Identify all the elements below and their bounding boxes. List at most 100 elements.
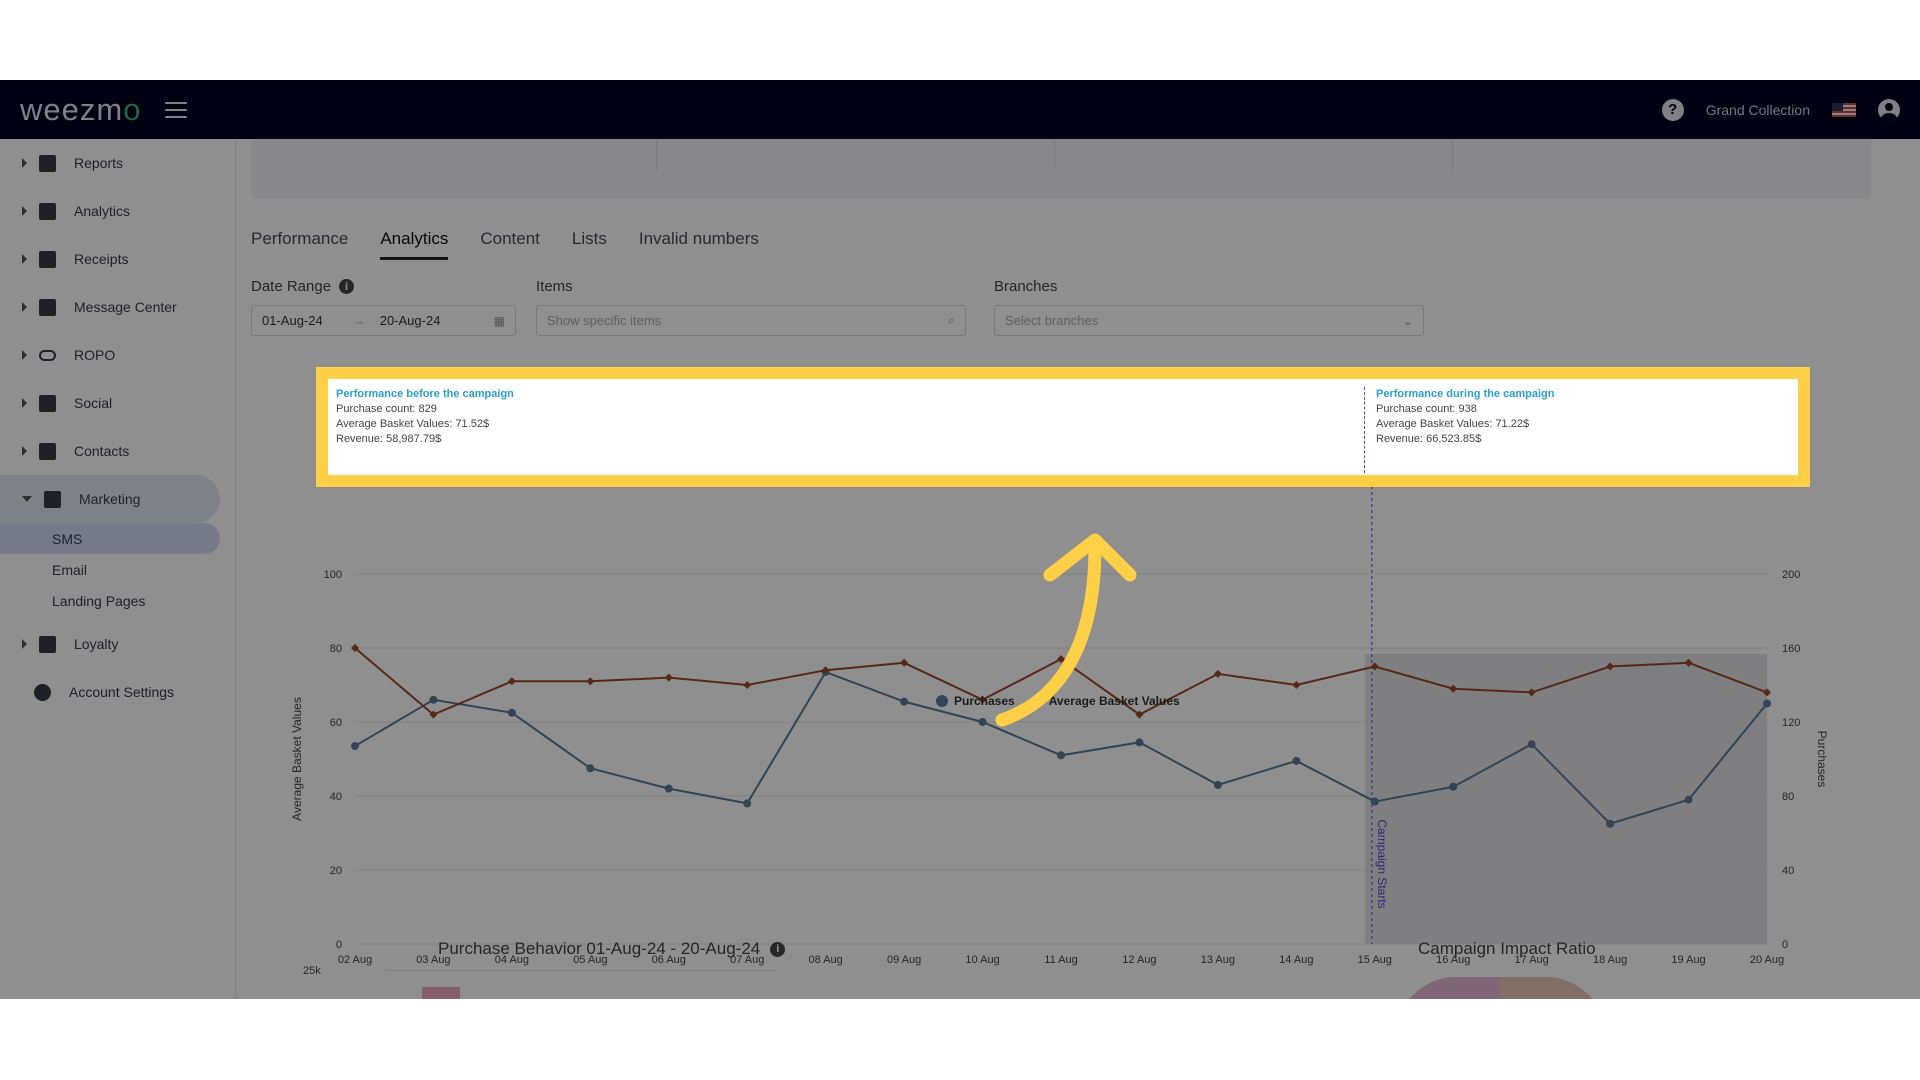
data-point-purchases [1606,819,1615,828]
data-point-purchases [429,695,438,704]
contacts-icon [39,442,56,460]
screenshot-stage: weezmo ? Grand Collection Reports Analyt… [0,0,1920,1080]
analytics-icon [39,202,56,220]
info-icon[interactable]: i [770,941,786,957]
section-title: Purchase Behavior 01-Aug-24 - 20-Aug-24 [438,939,761,958]
caret-right-icon [22,639,27,649]
data-point-purchases [351,742,359,751]
chart-tooltip-highlight: Performance before the campaign Purchase… [316,367,1810,487]
data-point-purchases [507,708,516,717]
sidebar-item-account-settings[interactable]: Account Settings [0,668,235,716]
x-tick-label: 15 Aug [1358,954,1392,966]
branches-placeholder: Select branches [1005,313,1099,328]
date-range-picker[interactable]: 01-Aug-24 → 20-Aug-24 ▦ [251,305,516,336]
data-point-abv [586,677,595,686]
sidebar-item-contacts[interactable]: Contacts [0,427,235,475]
data-point-abv [1292,681,1301,689]
caret-right-icon [22,446,27,456]
chat-icon [39,298,56,316]
org-name[interactable]: Grand Collection [1706,102,1810,118]
y-tick-left: 0 [336,939,342,951]
chart-tooltip: Performance before the campaign Purchase… [336,387,1790,473]
tab-analytics[interactable]: Analytics [380,229,449,260]
items-filter: Items Show specific items ⌕ [536,278,966,336]
y-axis-title-right: Purchases [1815,731,1829,788]
sidebar-subitem-landing-pages[interactable]: Landing Pages [0,585,235,616]
caret-right-icon [22,302,27,312]
tab-invalid-numbers[interactable]: Invalid numbers [639,229,759,260]
data-point-abv [664,673,673,682]
before-count: Purchase count: 829 [336,403,437,415]
before-abv: Average Basket Values: 71.52$ [336,418,490,430]
analytics-tabs: Performance Analytics Content Lists Inva… [251,229,759,260]
help-icon[interactable]: ? [1661,98,1684,121]
tab-content[interactable]: Content [480,229,540,260]
date-to: 20-Aug-24 [379,313,441,328]
before-revenue: Revenue: 58,987.79$ [336,433,442,445]
tab-performance[interactable]: Performance [251,229,348,260]
data-point-purchases [1684,795,1693,804]
tab-lists[interactable]: Lists [572,229,607,260]
kpi-summary-strip [251,139,1871,199]
sidebar-item-social[interactable]: Social [0,379,235,427]
campaign-start-annotation: Campaign Starts [1375,819,1389,908]
sidebar-item-label: Social [74,395,113,411]
people-icon [39,394,56,412]
weezmo-logo[interactable]: weezmo [20,92,141,128]
sidebar-item-message-center[interactable]: Message Center [0,283,235,331]
y-tick-right: 160 [1782,643,1800,655]
app-window: weezmo ? Grand Collection Reports Analyt… [0,80,1920,999]
pointer-arrow-icon [995,533,1137,727]
x-tick-label: 14 Aug [1279,954,1313,966]
x-tick-label: 13 Aug [1201,954,1235,966]
data-point-purchases [586,764,595,773]
sidebar-item-ropo[interactable]: ROPO [0,331,235,379]
data-point-abv [1213,669,1222,678]
data-point-purchases [743,799,752,808]
data-point-purchases [1527,740,1536,749]
x-tick-label: 19 Aug [1671,954,1705,966]
sidebar-item-loyalty[interactable]: Loyalty [0,620,235,668]
user-account-icon[interactable] [1878,98,1900,121]
y-tick-right: 40 [1782,865,1794,877]
items-placeholder: Show specific items [547,313,662,328]
data-point-purchases [978,718,987,726]
sidebar-item-analytics[interactable]: Analytics [0,187,235,235]
axis-tick-25k: 25k [303,965,321,977]
sidebar-subitem-email[interactable]: Email [0,554,235,585]
filter-bar: Date Range i 01-Aug-24 → 20-Aug-24 ▦ Item… [251,278,1424,336]
branches-select[interactable]: Select branches ⌄ [994,305,1424,336]
receipt-icon [39,250,56,268]
y-tick-right: 80 [1782,791,1794,803]
y-tick-right: 0 [1782,939,1788,951]
items-search-input[interactable]: Show specific items ⌕ [536,305,966,336]
x-tick-label: 18 Aug [1593,954,1627,966]
data-point-purchases [1370,797,1379,806]
branches-filter: Branches Select branches ⌄ [994,278,1424,336]
sidebar-item-receipts[interactable]: Receipts [0,235,235,283]
dashboard-icon [39,154,56,172]
x-tick-label: 09 Aug [887,954,921,966]
y-axis-title-left: Average Basket Values [290,697,304,821]
gridline [386,970,776,971]
data-point-purchases [1292,756,1301,765]
sidebar-item-label: Account Settings [69,684,175,700]
us-flag-icon[interactable] [1832,102,1856,117]
sidebar-item-reports[interactable]: Reports [0,139,235,187]
infinity-icon [39,349,56,361]
sidebar-item-marketing[interactable]: Marketing [0,475,220,523]
menu-icon[interactable] [165,101,188,118]
during-campaign-block: Performance during the campaign Purchase… [1376,387,1554,447]
info-icon[interactable]: i [339,279,355,294]
campaign-divider [1364,387,1365,473]
sidebar-subitem-sms[interactable]: SMS [0,523,220,554]
x-tick-label: 08 Aug [809,954,843,966]
calendar-icon: ▦ [493,313,505,328]
caret-right-icon [22,206,27,216]
sidebar-item-label: Loyalty [74,636,119,652]
x-tick-label: 10 Aug [965,954,999,966]
items-label: Items [536,278,573,295]
sidebar-item-label: Marketing [79,491,141,507]
search-icon: ⌕ [948,313,955,327]
caret-right-icon [22,398,27,408]
